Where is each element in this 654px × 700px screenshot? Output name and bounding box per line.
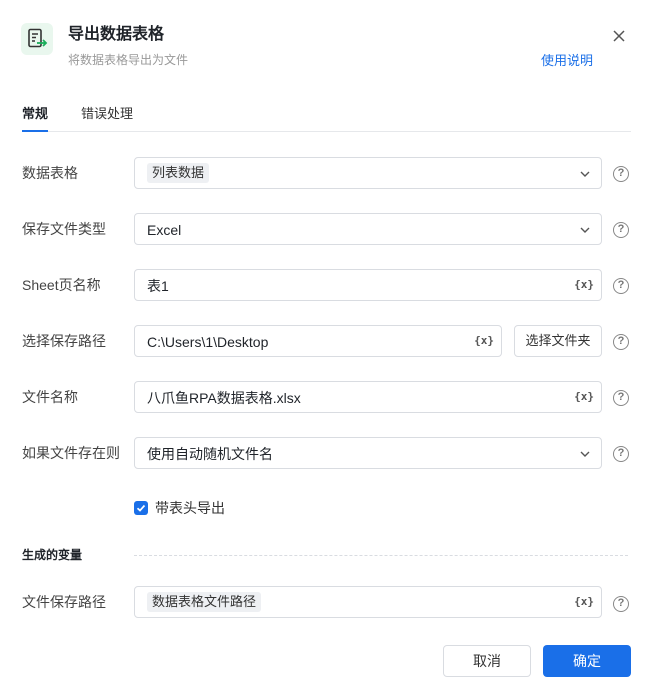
sheet-name-input[interactable]: 表1 {x} [134, 269, 602, 301]
if-exists-select[interactable]: 使用自动随机文件名 [134, 437, 602, 469]
help-icon[interactable]: ? [613, 390, 629, 406]
help-icon[interactable]: ? [613, 596, 629, 612]
data-table-label: 数据表格 [22, 165, 78, 181]
variable-icon[interactable]: {x} [574, 278, 594, 292]
help-link[interactable]: 使用说明 [541, 52, 593, 70]
close-icon[interactable] [610, 27, 628, 45]
file-name-value: 八爪鱼RPA数据表格.xlsx [147, 390, 301, 406]
choose-folder-button[interactable]: 选择文件夹 [514, 325, 602, 357]
variable-icon[interactable]: {x} [574, 390, 594, 404]
if-exists-value: 使用自动随机文件名 [147, 446, 273, 462]
output-section-title: 生成的变量 [22, 548, 83, 562]
saved-path-label: 文件保存路径 [22, 594, 106, 610]
section-divider [134, 555, 628, 556]
tab-error-handling[interactable]: 错误处理 [81, 104, 133, 124]
saved-path-input[interactable]: 数据表格文件路径 {x} [134, 586, 602, 618]
help-icon[interactable]: ? [613, 446, 629, 462]
variable-icon[interactable]: {x} [574, 595, 594, 609]
save-path-label: 选择保存路径 [22, 333, 106, 349]
chevron-down-icon [580, 171, 590, 177]
help-icon[interactable]: ? [613, 278, 629, 294]
dialog-title: 导出数据表格 [68, 26, 165, 43]
file-type-value: Excel [147, 222, 182, 238]
save-path-input[interactable]: C:\Users\1\Desktop {x} [134, 325, 502, 357]
help-icon[interactable]: ? [613, 166, 629, 182]
tab-bar: 常规 错误处理 [22, 104, 631, 132]
if-exists-label: 如果文件存在则 [22, 445, 120, 461]
file-name-input[interactable]: 八爪鱼RPA数据表格.xlsx {x} [134, 381, 602, 413]
save-path-value: C:\Users\1\Desktop [147, 334, 269, 350]
help-icon[interactable]: ? [613, 334, 629, 350]
help-icon[interactable]: ? [613, 222, 629, 238]
confirm-button[interactable]: 确定 [543, 645, 631, 677]
sheet-name-value: 表1 [147, 278, 169, 294]
saved-path-tag: 数据表格文件路径 [147, 592, 262, 612]
export-sheet-icon [21, 23, 53, 55]
file-name-label: 文件名称 [22, 389, 78, 405]
data-table-select[interactable]: 列表数据 [134, 157, 602, 189]
sheet-name-label: Sheet页名称 [22, 277, 101, 293]
with-header-checkbox[interactable] [134, 501, 148, 515]
with-header-label: 带表头导出 [155, 500, 225, 516]
data-table-tag: 列表数据 [147, 163, 210, 183]
export-data-table-dialog: 导出数据表格 将数据表格导出为文件 使用说明 常规 错误处理 数据表格 列表数据… [0, 0, 654, 700]
chevron-down-icon [580, 227, 590, 233]
with-header-option[interactable]: 带表头导出 [134, 499, 225, 517]
variable-icon[interactable]: {x} [474, 334, 494, 348]
file-type-select[interactable]: Excel [134, 213, 602, 245]
file-type-label: 保存文件类型 [22, 221, 106, 237]
check-icon [136, 504, 146, 512]
tab-general[interactable]: 常规 [22, 104, 49, 132]
cancel-button[interactable]: 取消 [443, 645, 531, 677]
dialog-subtitle: 将数据表格导出为文件 [68, 53, 189, 67]
chevron-down-icon [580, 451, 590, 457]
